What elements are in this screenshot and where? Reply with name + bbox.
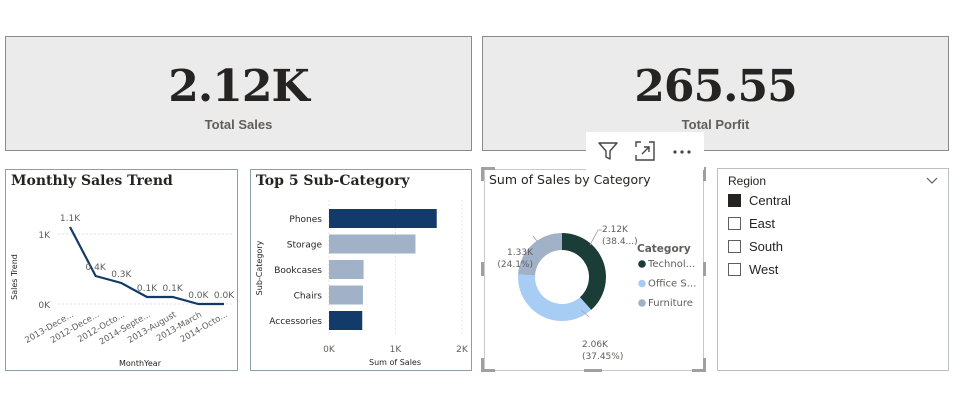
resize-handle-bl-v[interactable]: [481, 358, 484, 372]
checkbox[interactable]: [728, 240, 741, 253]
total-sales-value: 2.12K: [168, 61, 309, 112]
visual-header-toolbar: [586, 132, 704, 170]
slicer-title: Region: [728, 174, 767, 188]
slicer-item-label: West: [749, 262, 779, 277]
legend-marker: [638, 279, 646, 288]
chevron-down-icon[interactable]: [924, 172, 940, 188]
monthly-sales-trend-chart: 1K 0K Sales Trend MonthYear 1.1K 0.4K 0.3K…: [10, 214, 235, 368]
total-profit-card[interactable]: 265.55 Total Porfit: [482, 36, 949, 151]
focus-mode-icon[interactable]: [631, 137, 659, 165]
leader-line: [532, 235, 538, 242]
category-label: Bookcases: [274, 266, 322, 276]
more-options-icon[interactable]: [668, 137, 696, 165]
data-label: 0.1K: [137, 284, 158, 294]
checkbox-checked[interactable]: [728, 194, 741, 207]
total-sales-card[interactable]: 2.12K Total Sales: [5, 36, 472, 151]
x-axis-title: MonthYear: [119, 359, 162, 368]
data-label-pct: (24.1%): [497, 260, 533, 270]
leader-line: [589, 229, 602, 246]
total-profit-value: 265.55: [634, 61, 797, 112]
category-label: Chairs: [294, 292, 323, 302]
checkbox[interactable]: [728, 217, 741, 230]
legend-marker: [638, 299, 646, 307]
legend-title: Category: [637, 243, 691, 255]
total-profit-label: Total Porfit: [681, 117, 750, 132]
data-label: 0.4K: [86, 263, 107, 273]
data-label: 0.0K: [188, 291, 209, 301]
donut-slice: [518, 274, 592, 321]
top5-subcategory-chart: Sub-Category Sum of Sales 0K 1K 2K Phones St…: [255, 200, 469, 367]
bar: [329, 260, 364, 279]
data-label: 1.1K: [60, 214, 81, 224]
y-axis-title: Sub-Category: [255, 240, 264, 295]
x-tick-label: 0K: [323, 345, 336, 355]
x-axis-title: Sum of Sales: [369, 358, 421, 367]
data-label-pct: (37.45%): [582, 352, 623, 362]
y-tick-0k: 0K: [38, 301, 51, 311]
data-label: 2.12K: [602, 225, 629, 235]
slicer-item-label: East: [749, 216, 776, 231]
category-label: Phones: [289, 215, 322, 225]
resize-handle-right[interactable]: [703, 262, 706, 276]
slicer-item-label: Central: [749, 193, 791, 208]
data-label: 0.1K: [163, 284, 184, 294]
category-label: Accessories: [269, 317, 322, 327]
slicer-item-label: South: [749, 239, 783, 254]
donut-slice: [562, 233, 606, 310]
resize-handle-left[interactable]: [481, 262, 484, 276]
slicer-item-south[interactable]: South: [728, 239, 783, 254]
x-tick-label: 2K: [456, 345, 469, 355]
category-label: Storage: [287, 241, 323, 251]
region-slicer[interactable]: Region Central East South West: [717, 168, 949, 371]
checkbox[interactable]: [728, 263, 741, 276]
data-label: 2.06K: [582, 340, 609, 350]
resize-handle-bottom[interactable]: [584, 369, 602, 372]
resize-handle-tl-v[interactable]: [481, 167, 484, 181]
legend-item-label: Furniture: [648, 298, 693, 309]
filter-icon[interactable]: [594, 137, 622, 165]
slicer-item-central[interactable]: Central: [728, 193, 791, 208]
data-label: 0.0K: [214, 291, 235, 301]
slicer-item-east[interactable]: East: [728, 216, 775, 231]
bar: [329, 311, 363, 330]
slicer-item-west[interactable]: West: [728, 262, 778, 277]
bar: [329, 209, 437, 228]
x-tick-label: 1K: [390, 345, 403, 355]
top5-subcategory-visual[interactable]: Top 5 Sub-Category Sub-Category Sum of S…: [250, 169, 472, 371]
sales-by-category-chart: 2.12K(38.4...)2.06K(37.45%)1.33K(24.1%) …: [497, 225, 696, 362]
legend-item-label: Office S...: [648, 279, 696, 290]
bar: [329, 285, 363, 305]
bar: [329, 234, 416, 254]
y-tick-1k: 1K: [38, 231, 51, 241]
total-sales-label: Total Sales: [204, 117, 273, 132]
legend-marker: [638, 260, 646, 268]
monthly-sales-trend-visual[interactable]: Monthly Sales Trend 1K 0K Sales Trend Mo…: [5, 169, 238, 371]
data-label: 0.3K: [111, 270, 132, 280]
legend-item-label: Technol...: [647, 259, 695, 270]
resize-handle-br-v[interactable]: [703, 358, 706, 372]
y-axis-title: Sales Trend: [10, 254, 19, 300]
sales-by-category-visual[interactable]: Sum of Sales by Category 2.12K (38.4...) 2…: [484, 169, 704, 371]
data-label: 1.33K: [507, 248, 534, 258]
data-label-pct: (38.4...): [602, 237, 638, 247]
